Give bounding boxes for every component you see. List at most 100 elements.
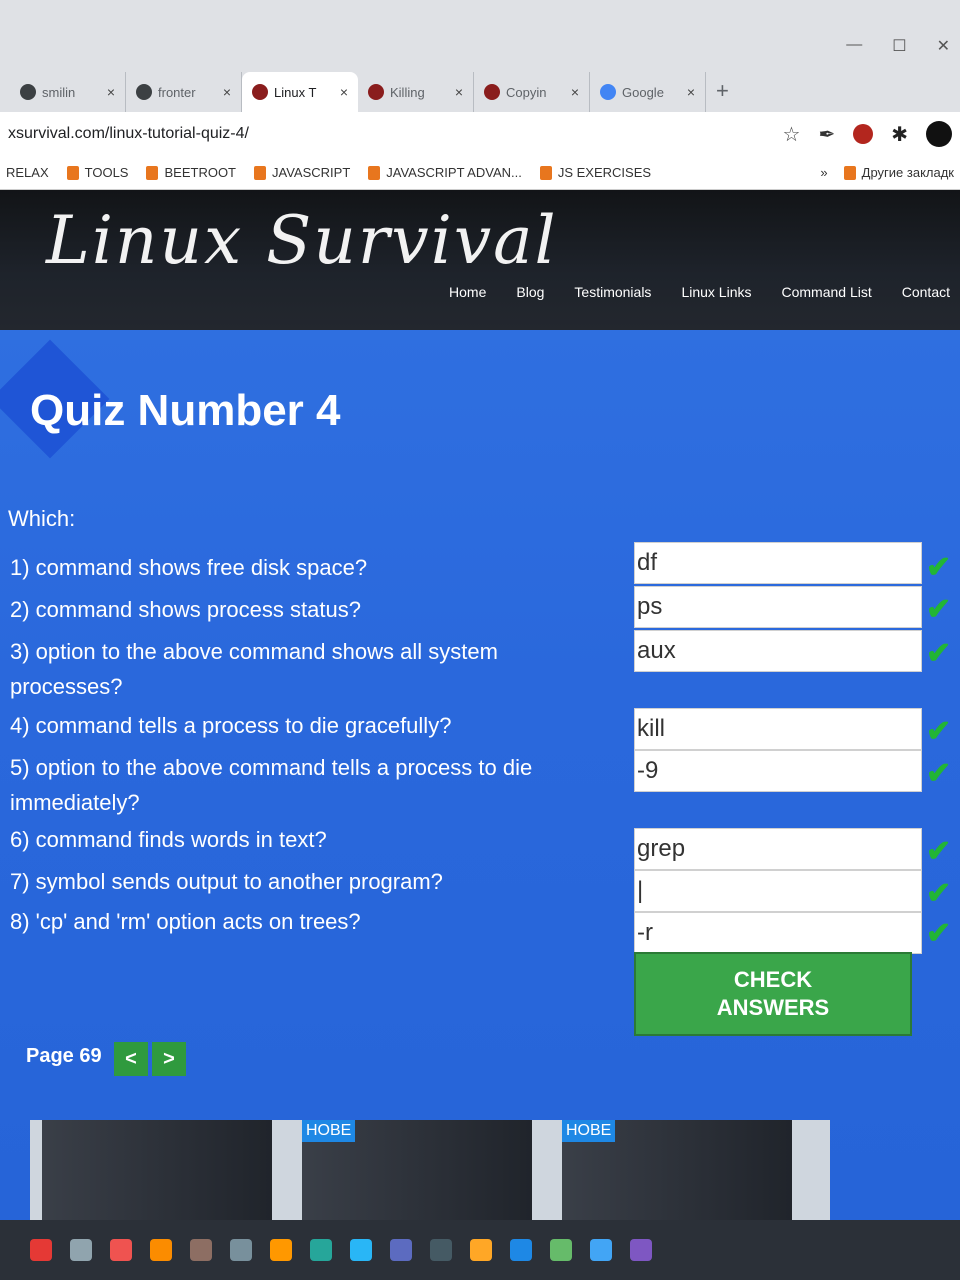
nav-blog[interactable]: Blog <box>516 284 544 300</box>
tab-close-icon[interactable]: × <box>455 84 463 100</box>
answer-field-1[interactable] <box>634 542 922 584</box>
nav-home[interactable]: Home <box>449 284 486 300</box>
page-title: Quiz Number 4 <box>30 386 341 435</box>
tab-title: fronter <box>158 84 196 100</box>
app-icon[interactable] <box>70 1239 92 1261</box>
bookmark-javascript-advanced[interactable]: JAVASCRIPT ADVAN... <box>368 165 522 180</box>
close-window-icon[interactable]: ✕ <box>937 36 950 56</box>
question-text-continued: processes? <box>10 674 123 699</box>
check-answers-button[interactable]: CHECK ANSWERS <box>634 952 912 1036</box>
answer-field-4[interactable] <box>634 708 922 750</box>
question-6: 6) command finds words in text? <box>10 822 610 857</box>
terminal-icon[interactable] <box>430 1239 452 1261</box>
nav-contact[interactable]: Contact <box>902 284 950 300</box>
vscode-icon[interactable] <box>350 1239 372 1261</box>
toolbar-actions: ☆ ✒ ✱ <box>783 121 952 147</box>
tab-title: Linux T <box>274 84 317 100</box>
avatar[interactable] <box>926 121 952 147</box>
site-nav: Home Blog Testimonials Linux Links Comma… <box>449 284 950 300</box>
quiz-intro: Which: <box>8 506 76 531</box>
app-icon[interactable] <box>270 1239 292 1261</box>
question-text: 2) command shows process status? <box>10 597 361 622</box>
tab-close-icon[interactable]: × <box>687 84 695 100</box>
tab-copying[interactable]: Copyin × <box>474 72 590 112</box>
answer-field-8[interactable] <box>634 912 922 954</box>
bookmarks-overflow: » Другие закладк <box>820 165 954 180</box>
pen-extension-icon[interactable]: ✒ <box>818 122 835 147</box>
tab-title: smilin <box>42 84 76 100</box>
prev-page-button[interactable]: < <box>114 1042 148 1076</box>
app-icon[interactable] <box>190 1239 212 1261</box>
photoshop-icon[interactable] <box>510 1239 532 1261</box>
answer-field-5[interactable] <box>634 750 922 792</box>
tab-close-icon[interactable]: × <box>223 84 231 100</box>
correct-check-icon: ✔ <box>926 877 952 910</box>
nav-testimonials[interactable]: Testimonials <box>574 284 651 300</box>
app-icon[interactable] <box>630 1239 652 1261</box>
extension-icon[interactable] <box>853 124 874 144</box>
site-header: Linux Survival Home Blog Testimonials Li… <box>0 190 960 330</box>
correct-check-icon: ✔ <box>926 835 952 868</box>
app-icon[interactable] <box>110 1239 132 1261</box>
answer-field-6[interactable] <box>634 828 922 870</box>
nav-command-list[interactable]: Command List <box>781 284 871 300</box>
puzzle-icon[interactable]: ✱ <box>891 122 908 147</box>
next-page-button[interactable]: > <box>152 1042 186 1076</box>
url-field[interactable]: xsurvival.com/linux-tutorial-quiz-4/ <box>8 125 783 143</box>
tab-close-icon[interactable]: × <box>340 84 348 100</box>
bookmark-relax[interactable]: RELAX <box>6 165 49 180</box>
folder-icon <box>843 165 856 180</box>
answer-field-7[interactable] <box>634 870 922 912</box>
tab-smilin[interactable]: smilin × <box>10 72 126 112</box>
folder-icon[interactable] <box>470 1239 492 1261</box>
bookmark-javascript[interactable]: JAVASCRIPT <box>254 165 350 180</box>
maximize-icon[interactable]: ☐ <box>892 36 906 56</box>
question-text: 4) command tells a process to die gracef… <box>10 713 452 738</box>
question-text: 6) command finds words in text? <box>10 827 327 852</box>
app-icon[interactable] <box>150 1239 172 1261</box>
correct-check-icon: ✔ <box>926 757 952 790</box>
nav-linux-links[interactable]: Linux Links <box>681 284 751 300</box>
folder-icon <box>254 165 266 180</box>
correct-check-icon: ✔ <box>926 551 952 584</box>
tab-fronter[interactable]: fronter × <box>126 72 242 112</box>
app-icon[interactable] <box>590 1239 612 1261</box>
tab-linux-survival[interactable]: Linux T × <box>242 72 358 112</box>
folder-icon <box>368 165 381 180</box>
site-logo[interactable]: Linux Survival <box>46 202 558 279</box>
tab-close-icon[interactable]: × <box>571 84 579 100</box>
google-icon <box>600 84 616 100</box>
bookmarks-more-button[interactable]: » <box>820 165 827 180</box>
tab-google[interactable]: Google × <box>590 72 706 112</box>
tux-icon <box>484 84 500 100</box>
screen: — ☐ ✕ smilin × fronter × Linux T × Killi… <box>0 0 960 1280</box>
app-icon[interactable] <box>390 1239 412 1261</box>
question-text: 7) symbol sends output to another progra… <box>10 869 443 894</box>
question-1: 1) command shows free disk space? <box>10 550 610 585</box>
star-icon[interactable]: ☆ <box>783 122 801 147</box>
new-tab-button[interactable]: + <box>706 78 739 112</box>
app-icon[interactable] <box>230 1239 252 1261</box>
tab-title: Google <box>622 84 664 100</box>
answer-field-2[interactable] <box>634 586 922 628</box>
tab-title: Copyin <box>506 84 547 100</box>
question-text-continued: immediately? <box>10 790 140 815</box>
bookmark-tools[interactable]: TOOLS <box>66 165 128 180</box>
bookmark-beetroot[interactable]: BEETROOT <box>146 165 236 180</box>
app-icon[interactable] <box>30 1239 52 1261</box>
correct-check-icon: ✔ <box>926 637 952 670</box>
github-icon <box>136 84 152 100</box>
tab-title: Killing <box>390 84 425 100</box>
bookmark-js-exercises[interactable]: JS EXERCISES <box>539 165 651 180</box>
tab-close-icon[interactable]: × <box>107 84 115 100</box>
minimize-icon[interactable]: — <box>846 36 862 56</box>
answer-field-3[interactable] <box>634 630 922 672</box>
question-7: 7) symbol sends output to another progra… <box>10 864 610 899</box>
app-icon[interactable] <box>310 1239 332 1261</box>
other-bookmarks[interactable]: Другие закладк <box>843 165 954 180</box>
app-icon[interactable] <box>550 1239 572 1261</box>
button-label-line2: ANSWERS <box>716 995 830 1020</box>
browser-titlebar: — ☐ ✕ smilin × fronter × Linux T × Killi… <box>0 0 960 112</box>
folder-icon <box>539 165 552 180</box>
tab-killing[interactable]: Killing × <box>358 72 474 112</box>
